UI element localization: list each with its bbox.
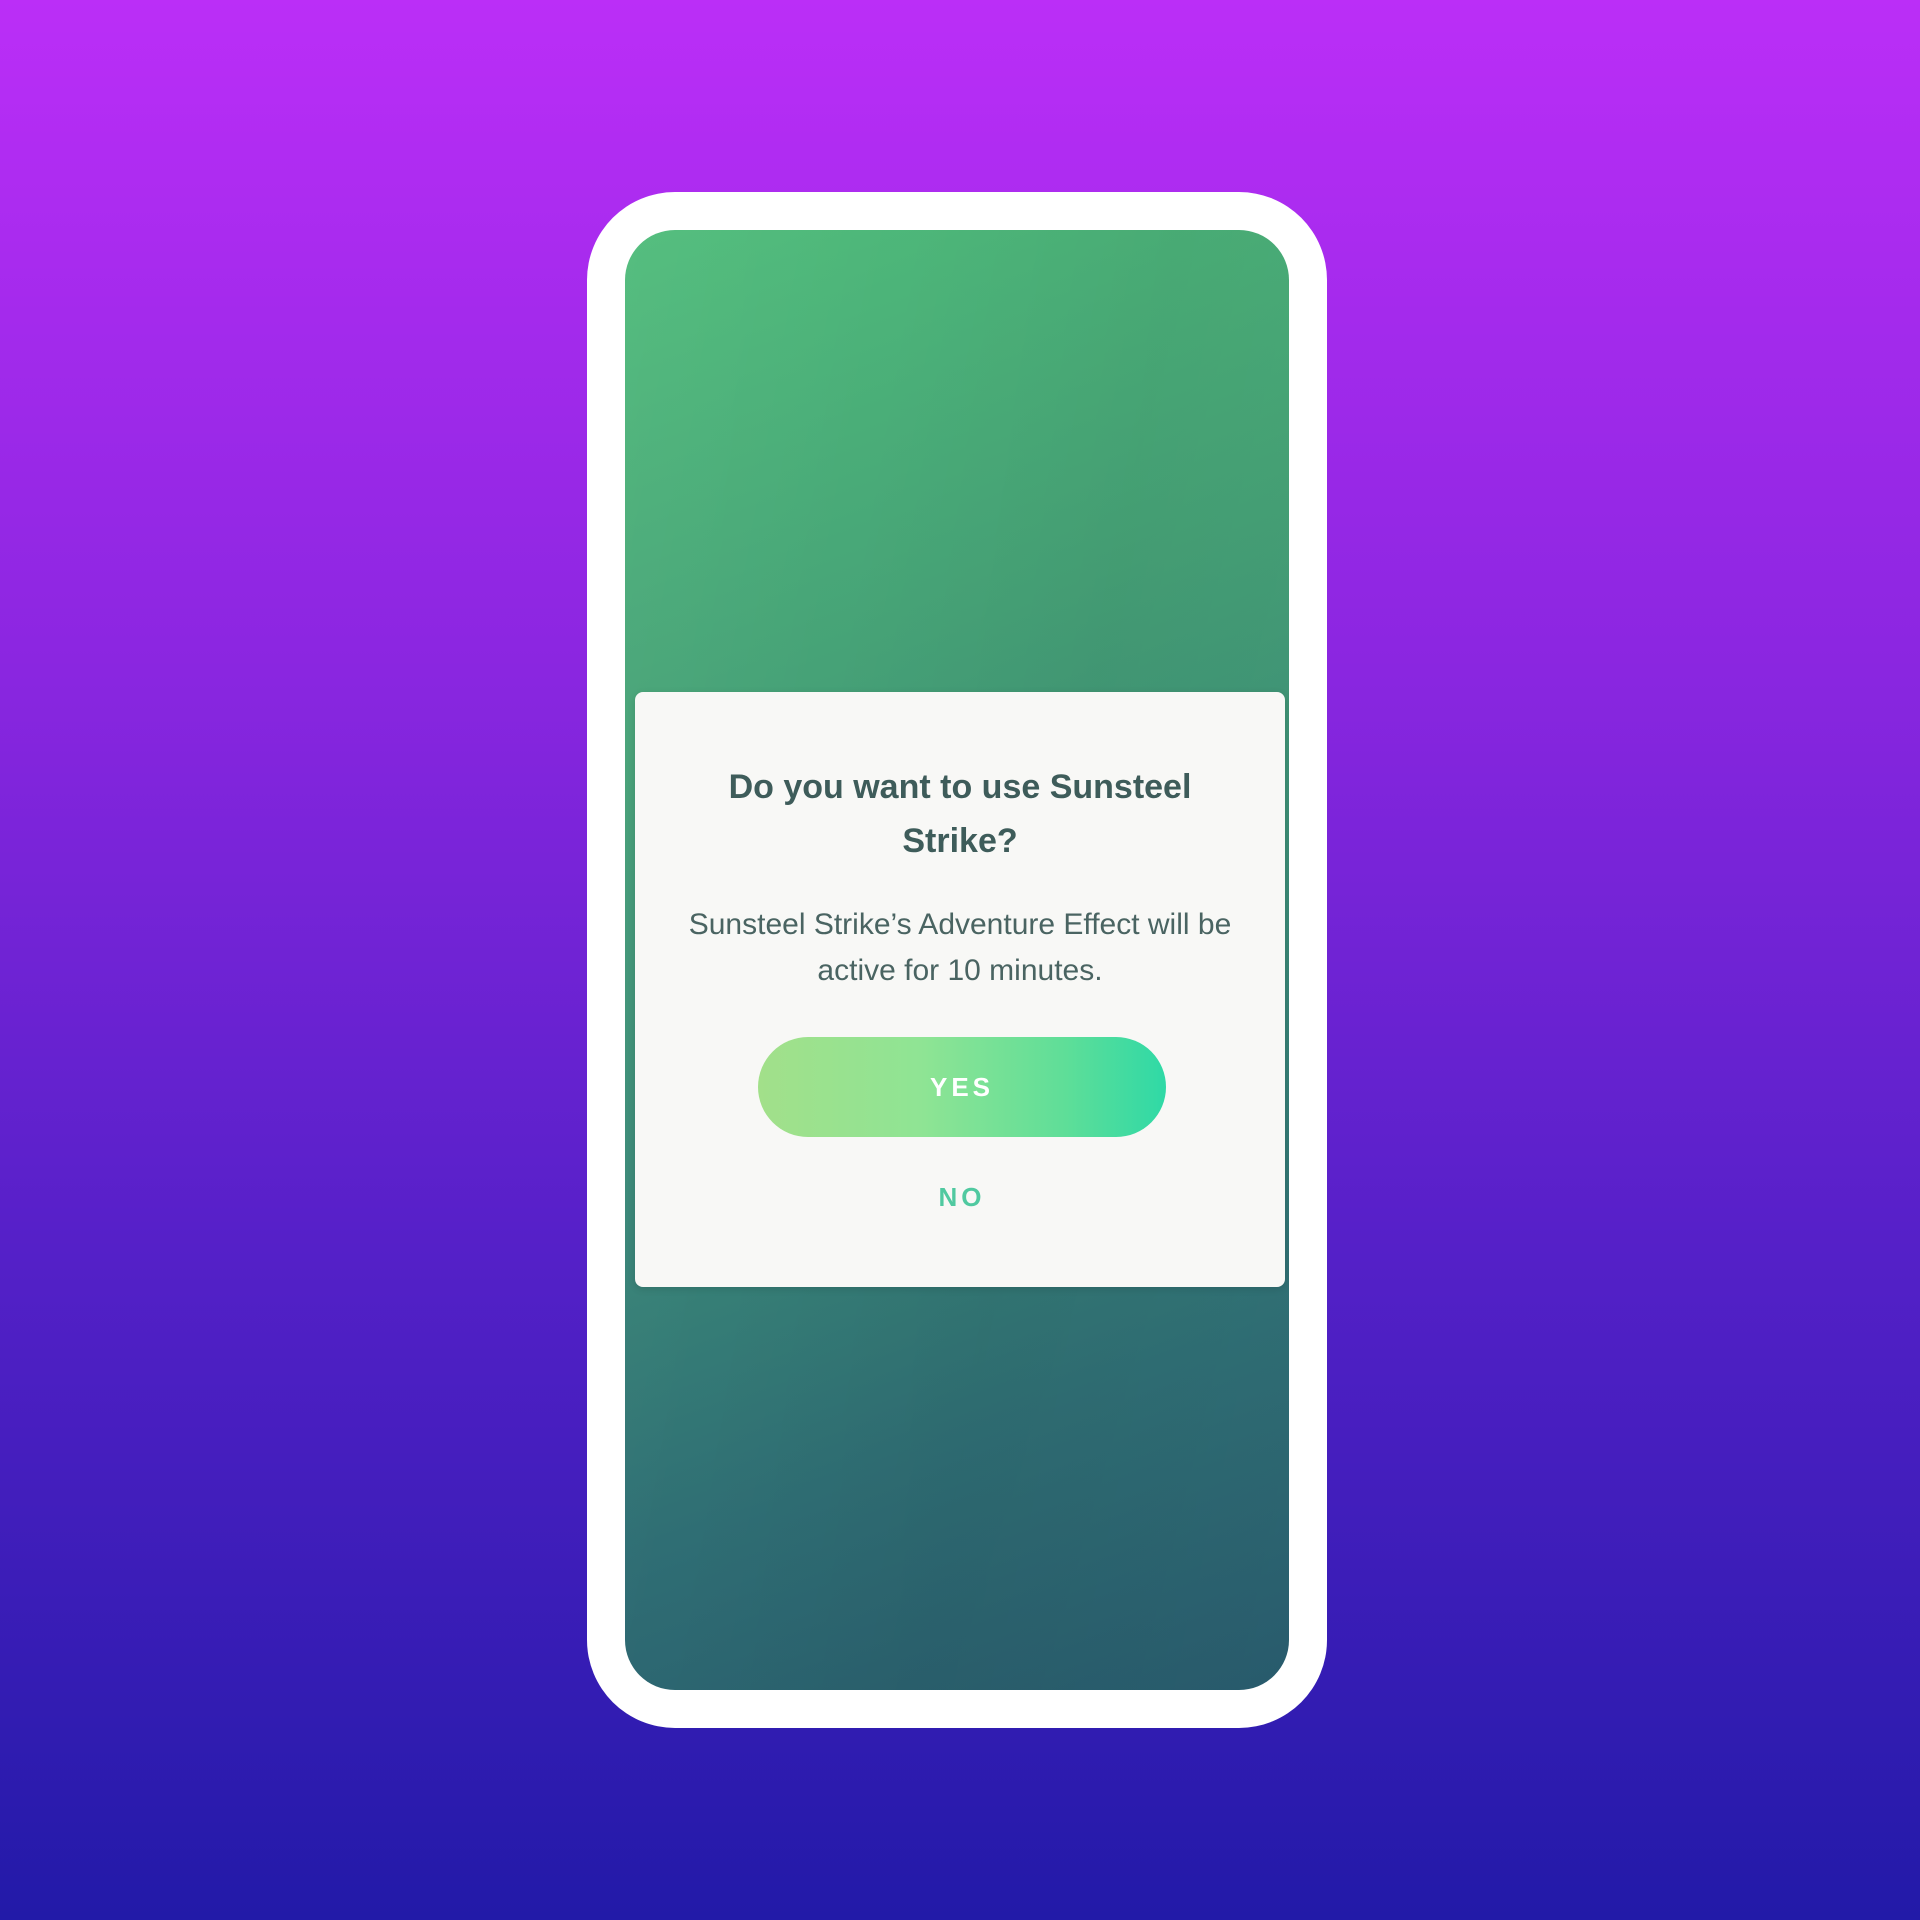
confirmation-dialog: Do you want to use Sunsteel Strike? Suns… (635, 692, 1285, 1287)
dialog-message: Sunsteel Strike’s Adventure Effect will … (688, 908, 1232, 987)
dialog-title: Do you want to use Sunsteel Strike? (728, 768, 1192, 860)
phone-screen: Do you want to use Sunsteel Strike? Suns… (625, 230, 1289, 1690)
yes-button[interactable]: YES (758, 1037, 1166, 1137)
no-button[interactable]: NO (862, 1170, 1062, 1224)
phone-frame: Do you want to use Sunsteel Strike? Suns… (587, 192, 1327, 1728)
